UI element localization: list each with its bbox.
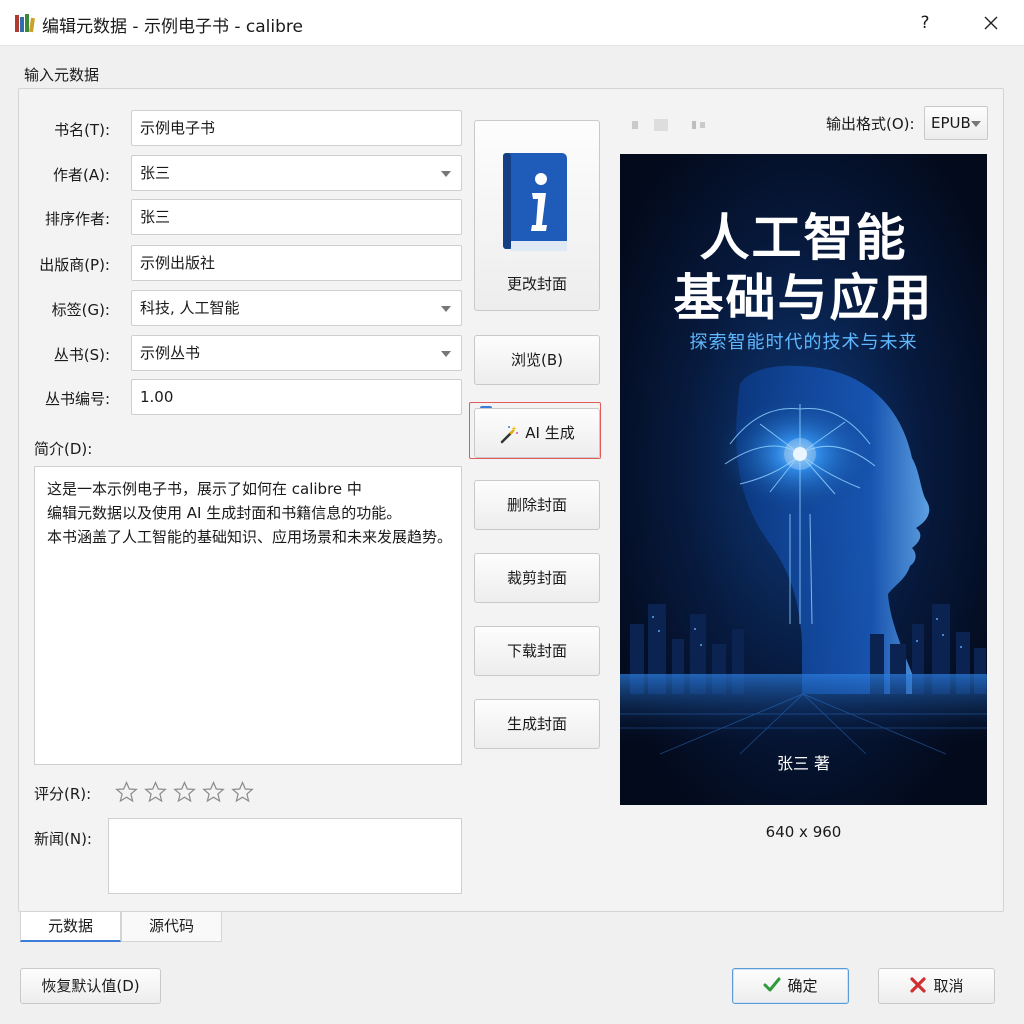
author-value: 张三 <box>140 164 171 182</box>
sort-author-field[interactable]: 张三 <box>131 199 462 235</box>
cancel-label: 取消 <box>933 977 964 995</box>
remove-cover-button[interactable]: 删除封面 <box>474 480 600 530</box>
ok-button[interactable]: 确定 <box>732 968 849 1004</box>
series-index-field[interactable]: 1.00 <box>131 379 462 415</box>
tags-combo[interactable]: 科技, 人工智能 <box>131 290 462 326</box>
section-label: 输入元数据 <box>24 66 100 84</box>
trim-cover-button[interactable]: 裁剪封面 <box>474 553 600 603</box>
news-field[interactable] <box>108 818 462 894</box>
blurred-placeholder <box>632 119 705 131</box>
series-value: 示例丛书 <box>140 344 201 362</box>
cover-dimensions: 640 x 960 <box>765 823 842 841</box>
series-label: 丛书(S): <box>53 346 110 364</box>
cover-subtitle: 探索智能时代的技术与未来 <box>689 332 918 353</box>
ok-label: 确定 <box>787 977 818 995</box>
calibre-app-icon <box>15 14 35 33</box>
check-icon <box>763 977 781 992</box>
star-icon[interactable] <box>114 780 139 804</box>
window-title: 编辑元数据 - 示例电子书 - calibre <box>42 17 303 37</box>
author-combo[interactable]: 张三 <box>131 155 462 191</box>
download-cover-button[interactable]: 下载封面 <box>474 626 600 676</box>
tags-value: 科技, 人工智能 <box>140 299 240 317</box>
cancel-x-icon <box>910 977 927 993</box>
close-icon[interactable] <box>976 8 1006 38</box>
star-icon[interactable] <box>172 780 197 804</box>
description-line: 这是一本示例电子书，展示了如何在 calibre 中 <box>47 480 362 498</box>
restore-defaults-button[interactable]: 恢复默认值(D) <box>20 968 161 1004</box>
output-format-combo[interactable]: EPUB <box>924 106 988 140</box>
star-icon[interactable] <box>143 780 168 804</box>
title-label: 书名(T): <box>54 121 110 139</box>
sort-author-label: 排序作者: <box>44 210 110 228</box>
publisher-label: 出版商(P): <box>39 256 110 274</box>
generate-cover-button[interactable]: 生成封面 <box>474 699 600 749</box>
publisher-field[interactable]: 示例出版社 <box>131 245 462 281</box>
series-index-label: 丛书编号: <box>44 390 110 408</box>
cover-title-line2: 基础与应用 <box>673 269 934 327</box>
news-label: 新闻(N): <box>34 830 92 848</box>
ai-generate-label: AI 生成 <box>525 424 575 442</box>
tags-label: 标签(G): <box>51 301 110 319</box>
star-icon[interactable] <box>201 780 226 804</box>
cover-author: 张三 著 <box>776 754 831 773</box>
title-field[interactable]: 示例电子书 <box>131 110 462 146</box>
help-button[interactable]: ? <box>912 10 938 36</box>
series-combo[interactable]: 示例丛书 <box>131 335 462 371</box>
output-format-label: 输出格式(O): <box>826 115 915 133</box>
change-cover-button[interactable]: 更改封面 <box>474 120 600 311</box>
description-line: 本书涵盖了人工智能的基础知识、应用场景和未来发展趋势。 <box>47 528 453 546</box>
cover-preview[interactable]: 人工智能 基础与应用 探索智能时代的技术与未来 张三 著 <box>620 154 987 805</box>
author-label: 作者(A): <box>52 166 110 184</box>
chevron-down-icon[interactable] <box>441 351 451 357</box>
change-cover-label: 更改封面 <box>506 275 567 293</box>
cancel-button[interactable]: 取消 <box>878 968 995 1004</box>
title-bar: 编辑元数据 - 示例电子书 - calibre ? <box>0 0 1024 46</box>
chevron-down-icon[interactable] <box>441 306 451 312</box>
ai-generate-button[interactable]: AI 生成 <box>474 408 600 458</box>
book-info-icon <box>503 153 567 251</box>
rating-label: 评分(R): <box>34 785 92 803</box>
star-icon[interactable] <box>230 780 255 804</box>
chevron-down-icon[interactable] <box>441 171 451 177</box>
rating-stars[interactable] <box>114 780 255 804</box>
tab-source-code[interactable]: 源代码 <box>121 912 222 942</box>
chevron-down-icon[interactable] <box>971 121 981 127</box>
output-format-value: EPUB <box>931 114 971 132</box>
description-label: 简介(D): <box>34 440 93 458</box>
tab-metadata[interactable]: 元数据 <box>20 912 121 942</box>
description-editor[interactable]: 这是一本示例电子书，展示了如何在 calibre 中 编辑元数据以及使用 AI … <box>34 466 462 765</box>
browse-button[interactable]: 浏览(B) <box>474 335 600 385</box>
description-line: 编辑元数据以及使用 AI 生成封面和书籍信息的功能。 <box>47 504 402 522</box>
magic-wand-icon <box>501 425 519 443</box>
